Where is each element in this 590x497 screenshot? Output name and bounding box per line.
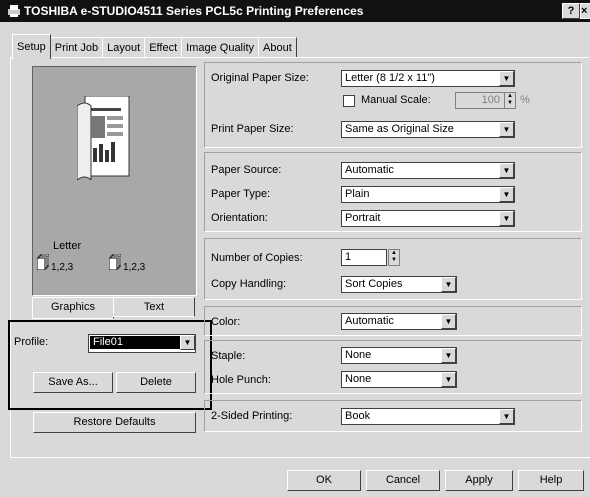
profile-value: File01 xyxy=(90,336,181,349)
print-paper-size-label: Print Paper Size: xyxy=(211,123,294,135)
copies-spinner[interactable]: ▲ ▼ xyxy=(388,249,400,266)
copy-handling-label: Copy Handling: xyxy=(211,278,287,290)
profile-label: Profile: xyxy=(14,336,49,348)
chevron-down-icon[interactable]: ▼ xyxy=(499,163,514,178)
paper-type-label: Paper Type: xyxy=(211,188,271,200)
orientation-dropdown[interactable]: Portrait ▼ xyxy=(341,210,515,227)
hole-punch-dropdown[interactable]: None ▼ xyxy=(341,371,457,388)
ok-button[interactable]: OK xyxy=(287,470,361,491)
footer-separator xyxy=(10,457,590,458)
print-paper-size-value: Same as Original Size xyxy=(345,123,454,135)
manual-scale-label: Manual Scale: xyxy=(361,94,431,106)
tab-about[interactable]: About xyxy=(258,37,297,58)
tab-image-quality[interactable]: Image Quality xyxy=(181,37,260,58)
manual-scale-spinner[interactable]: ▲ ▼ xyxy=(504,92,516,109)
help-footer-button[interactable]: Help xyxy=(518,470,584,491)
chevron-down-icon[interactable]: ▼ xyxy=(499,122,514,137)
page-stack-icon xyxy=(109,254,121,270)
chevron-down-icon[interactable]: ▼ xyxy=(499,409,514,424)
cancel-button[interactable]: Cancel xyxy=(366,470,440,491)
two-sided-value: Book xyxy=(345,410,371,422)
manual-scale-value: 100 xyxy=(481,94,500,106)
original-paper-size-dropdown[interactable]: Letter (8 1/2 x 11") ▼ xyxy=(341,70,515,87)
title-bar: TOSHIBA e-STUDIO4511 Series PCL5c Printi… xyxy=(0,0,590,22)
chevron-down-icon[interactable]: ▼ xyxy=(499,71,514,86)
printer-icon xyxy=(8,5,20,17)
tab-setup[interactable]: Setup xyxy=(12,34,51,59)
copies-input[interactable]: 1 xyxy=(341,249,387,266)
tab-text[interactable]: Text xyxy=(113,297,195,317)
color-value: Automatic xyxy=(345,315,394,327)
chevron-down-icon[interactable]: ▼ xyxy=(180,335,195,350)
chevron-down-icon[interactable]: ▼ xyxy=(441,372,456,387)
window-title: TOSHIBA e-STUDIO4511 Series PCL5c Printi… xyxy=(24,4,364,18)
page-order-icons: 1,2,3 1,2,3 xyxy=(37,254,165,274)
copies-label: Number of Copies: xyxy=(211,252,303,264)
staple-label: Staple: xyxy=(211,350,246,362)
tab-layout[interactable]: Layout xyxy=(102,37,146,58)
color-label: Color: xyxy=(211,316,241,328)
paper-source-label: Paper Source: xyxy=(211,164,282,176)
chevron-down-icon[interactable]: ▼ xyxy=(441,277,456,292)
chevron-down-icon[interactable]: ▼ xyxy=(499,187,514,202)
page-set-right: 1,2,3 xyxy=(109,254,165,274)
tab-graphics[interactable]: Graphics xyxy=(32,297,114,319)
print-paper-size-dropdown[interactable]: Same as Original Size ▼ xyxy=(341,121,515,138)
color-dropdown[interactable]: Automatic ▼ xyxy=(341,313,457,330)
close-button[interactable]: × xyxy=(580,3,590,19)
printing-preferences-window: TOSHIBA e-STUDIO4511 Series PCL5c Printi… xyxy=(0,0,590,497)
profile-dropdown[interactable]: File01 ▼ xyxy=(88,334,196,353)
tab-strip: Setup Print Job Layout Effect Image Qual… xyxy=(12,34,297,59)
chevron-down-icon[interactable]: ▼ xyxy=(499,211,514,226)
delete-button[interactable]: Delete xyxy=(116,372,196,393)
copy-handling-value: Sort Copies xyxy=(345,278,403,290)
orientation-label: Orientation: xyxy=(211,212,268,224)
help-button[interactable]: ? xyxy=(562,3,580,19)
page-stack-icon xyxy=(37,254,49,270)
paper-type-dropdown[interactable]: Plain ▼ xyxy=(341,186,515,203)
chevron-down-icon[interactable]: ▼ xyxy=(441,348,456,363)
two-sided-label: 2-Sided Printing: xyxy=(211,410,293,422)
page-numbers-label: 1,2,3 xyxy=(123,262,146,273)
chevron-down-icon[interactable]: ▼ xyxy=(441,314,456,329)
paper-type-value: Plain xyxy=(345,188,370,200)
document-preview-icon xyxy=(77,96,130,180)
orientation-value: Portrait xyxy=(345,212,381,224)
paper-source-dropdown[interactable]: Automatic ▼ xyxy=(341,162,515,179)
copy-handling-dropdown[interactable]: Sort Copies ▼ xyxy=(341,276,457,293)
save-as-button[interactable]: Save As... xyxy=(33,372,113,393)
tab-print-job[interactable]: Print Job xyxy=(49,37,104,58)
paper-source-value: Automatic xyxy=(345,164,394,176)
manual-scale-checkbox[interactable] xyxy=(343,95,355,107)
restore-defaults-button[interactable]: Restore Defaults xyxy=(33,412,196,433)
staple-dropdown[interactable]: None ▼ xyxy=(341,347,457,364)
original-paper-size-value: Letter (8 1/2 x 11") xyxy=(345,72,435,84)
apply-button[interactable]: Apply xyxy=(445,470,513,491)
hole-punch-value: None xyxy=(345,373,372,385)
paper-size-label: Letter xyxy=(53,240,82,252)
copies-value: 1 xyxy=(345,251,352,263)
original-paper-size-label: Original Paper Size: xyxy=(211,72,309,84)
tab-effect[interactable]: Effect xyxy=(144,37,183,58)
manual-scale-input[interactable]: 100 xyxy=(455,92,505,109)
page-numbers-label: 1,2,3 xyxy=(51,262,74,273)
page-set-left: 1,2,3 xyxy=(37,254,93,274)
hole-punch-label: Hole Punch: xyxy=(211,374,271,386)
preview-mode-tabs: Graphics Text xyxy=(32,297,195,319)
percent-unit-label: % xyxy=(520,94,530,106)
two-sided-dropdown[interactable]: Book ▼ xyxy=(341,408,515,425)
staple-value: None xyxy=(345,349,372,361)
